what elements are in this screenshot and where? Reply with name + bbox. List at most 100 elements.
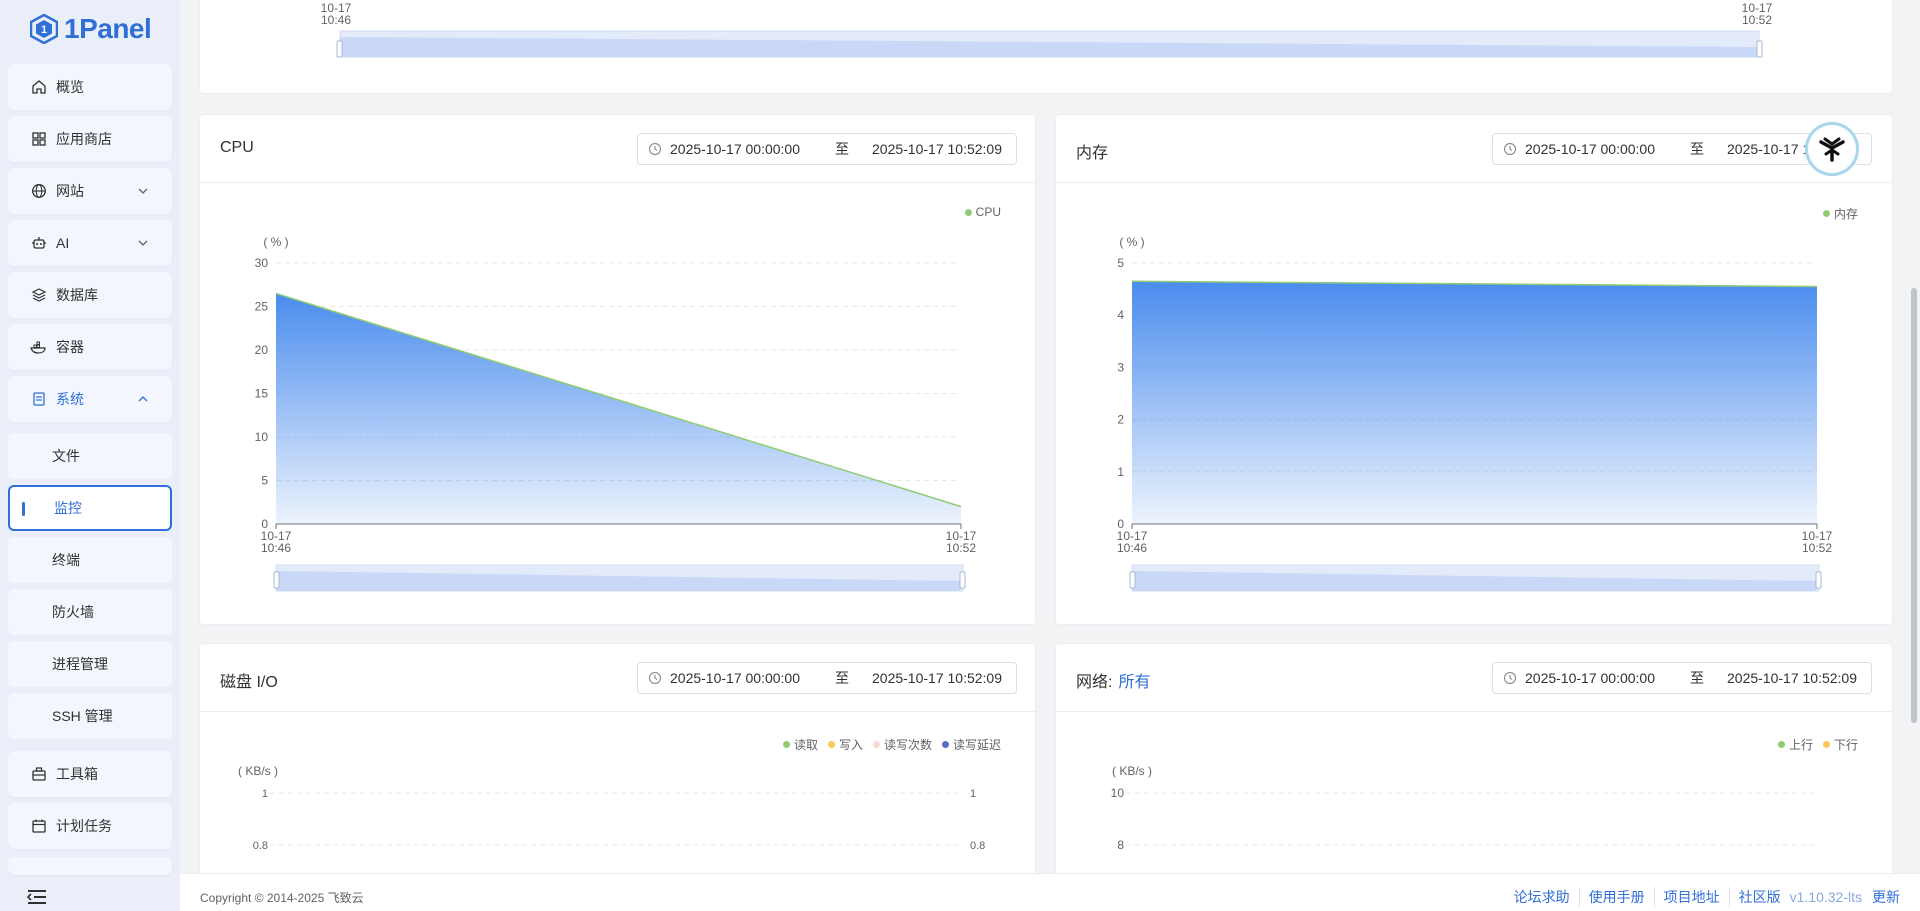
sidebar-item-cron[interactable]: 计划任务	[8, 803, 172, 849]
sidebar-item-partial[interactable]	[8, 857, 172, 875]
zoom-handle-right	[1756, 40, 1763, 58]
legend-item-upload[interactable]: 上行	[1777, 736, 1813, 753]
y-axis-unit: ( KB/s )	[1112, 764, 1152, 778]
page-scrollbar[interactable]	[1908, 0, 1920, 873]
y-tick-label: 10	[1111, 786, 1125, 800]
y-tick-label: 2	[1117, 413, 1124, 427]
y-axis-unit: ( % )	[263, 235, 288, 249]
chart-legend[interactable]: 上行 下行	[1777, 736, 1858, 753]
footer: Copyright © 2014-2025 飞致云 论坛求助 使用手册 项目地址…	[180, 873, 1920, 911]
legend-dot	[1777, 741, 1785, 748]
network-card: 网络: 所有 2025-10-17 00:00:00 至 2025-10-17 1…	[1055, 643, 1893, 911]
legend-item-iops[interactable]: 读写次数	[872, 736, 932, 753]
y-tick-label: 25	[255, 300, 269, 314]
version-text: v1.10.32-lts	[1789, 889, 1862, 905]
footer-link-manual[interactable]: 使用手册	[1578, 887, 1654, 907]
chevron-down-icon	[138, 188, 148, 194]
legend-label: 写入	[838, 738, 863, 752]
chevron-up-icon	[138, 396, 148, 402]
sidebar-item-database[interactable]: 数据库	[8, 272, 172, 318]
y-axis-unit: ( % )	[1119, 235, 1144, 249]
cpu-chart-svg: ( % )05101520253010-1710:4610-1710:52	[255, 235, 977, 592]
sidebar-item-label: 数据库	[56, 287, 98, 303]
zoom-handle-left	[336, 40, 343, 58]
sidebar-subitem-label: 监控	[54, 500, 82, 516]
disk-chart-svg: ( KB/s ) 1 0.8 1 0.8	[238, 764, 985, 852]
x-tick-label: 10:52	[946, 541, 976, 555]
top-chart-card: 10-17 10:46 10-17 10:52	[199, 0, 1893, 94]
y-tick-label: 1	[1117, 465, 1124, 479]
logo-icon: 1	[30, 14, 58, 44]
sidebar-item-label: 计划任务	[56, 818, 112, 834]
network-chart-svg: ( KB/s ) 10 8	[1111, 764, 1818, 852]
svg-text:1: 1	[41, 24, 47, 36]
legend-item-cpu[interactable]: CPU	[964, 205, 1001, 219]
app-logo[interactable]: 1 1Panel	[30, 12, 152, 46]
memory-card: 内存 2025-10-17 00:00:00 至 2025-10-17 10:5…	[1055, 114, 1893, 625]
footer-link-edition[interactable]: 社区版	[1728, 887, 1790, 907]
legend-item-read[interactable]: 读取	[782, 736, 818, 753]
legend-dot	[964, 208, 972, 216]
sidebar-subitem-ssh[interactable]: SSH 管理	[8, 693, 172, 739]
scrollbar-thumb[interactable]	[1911, 288, 1917, 723]
legend-item-latency[interactable]: 读写延迟	[941, 736, 1001, 753]
y-tick-label: 5	[1117, 256, 1124, 270]
legend-item-write[interactable]: 写入	[827, 736, 863, 753]
footer-link-forum[interactable]: 论坛求助	[1505, 887, 1579, 907]
sidebar-item-overview[interactable]: 概览	[8, 64, 172, 110]
sidebar-item-label: 网站	[56, 183, 84, 199]
y-tick-label: 5	[261, 474, 268, 488]
update-link[interactable]: 更新	[1872, 887, 1900, 907]
y-tick-label: 10	[255, 430, 269, 444]
grid-icon	[30, 130, 48, 148]
sidebar-subitem-terminal[interactable]: 终端	[8, 537, 172, 583]
zoom-handle-right	[959, 571, 966, 589]
zoom-handle-right	[1815, 571, 1822, 589]
sidebar-subitem-label: 进程管理	[52, 656, 108, 672]
legend-item-memory[interactable]: 内存	[1822, 205, 1858, 222]
sidebar-item-system[interactable]: 系统	[8, 376, 172, 422]
legend-dot	[872, 741, 880, 748]
sidebar-item-toolbox[interactable]: 工具箱	[8, 751, 172, 797]
sidebar-item-label: 概览	[56, 79, 84, 95]
sidebar-subitem-label: 终端	[52, 552, 80, 568]
sidebar-subitem-monitor[interactable]: 监控	[8, 485, 172, 531]
memory-chart-svg: ( % )01234510-1710:4610-1710:52	[1117, 235, 1833, 592]
assistant-float-button[interactable]	[1808, 125, 1856, 173]
sidebar-subitem-process[interactable]: 进程管理	[8, 641, 172, 687]
sidebar-item-container[interactable]: 容器	[8, 324, 172, 370]
legend-label: 读取	[793, 738, 818, 752]
sidebar-subitem-label: SSH 管理	[52, 708, 113, 724]
legend-item-download[interactable]: 下行	[1822, 736, 1858, 753]
footer-link-project[interactable]: 项目地址	[1653, 887, 1729, 907]
legend-label: 下行	[1833, 738, 1858, 752]
x-tick-label: 10:46	[1117, 541, 1147, 555]
sidebar-item-ai[interactable]: AI	[8, 220, 172, 266]
legend-label: 读写延迟	[952, 738, 1001, 752]
y-tick-label: 30	[255, 256, 269, 270]
collapse-menu-icon[interactable]	[26, 889, 48, 905]
legend-dot	[782, 741, 790, 748]
legend-dot	[827, 741, 835, 748]
sidebar-subitem-firewall[interactable]: 防火墙	[8, 589, 172, 635]
logo-text: 1Panel	[64, 13, 152, 44]
disk-io-card: 磁盘 I/O 2025-10-17 00:00:00 至 2025-10-17 …	[199, 643, 1036, 911]
legend-label: 上行	[1788, 738, 1813, 752]
top-chart-svg: 10-17 10:46 10-17 10:52	[321, 1, 1773, 58]
x-tick-label: 10:46	[261, 541, 291, 555]
sidebar-item-website[interactable]: 网站	[8, 168, 172, 214]
area-fill	[276, 293, 961, 524]
cpu-card: CPU 2025-10-17 00:00:00 至 2025-10-17 10:…	[199, 114, 1036, 625]
footer-links: 论坛求助 使用手册 项目地址 社区版 v1.10.32-lts 更新	[1505, 887, 1900, 907]
robot-icon	[30, 234, 48, 252]
sidebar-subitem-files[interactable]: 文件	[8, 433, 172, 479]
chart-legend[interactable]: 内存	[1822, 205, 1858, 222]
y-tick-label: 3	[1117, 360, 1124, 374]
server-icon	[30, 390, 48, 408]
sidebar-item-app-store[interactable]: 应用商店	[8, 116, 172, 162]
y-tick-label: 15	[255, 387, 269, 401]
x-tick-label: 10:52	[1742, 13, 1772, 27]
y-axis-unit: ( KB/s )	[238, 764, 278, 778]
chart-legend[interactable]: 读取 写入 读写次数 读写延迟	[782, 736, 1001, 753]
chart-legend[interactable]: CPU	[964, 205, 1001, 219]
